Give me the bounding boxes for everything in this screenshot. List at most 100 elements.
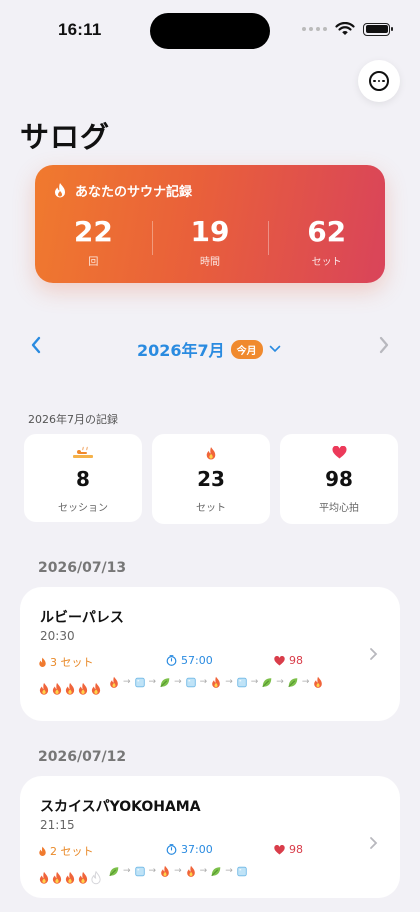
sets-value: 23 — [197, 467, 225, 491]
session-time: 20:30 — [40, 629, 75, 643]
heart-rate-label: 98 — [289, 654, 303, 667]
chevron-right-icon[interactable] — [378, 336, 390, 354]
duration-label: 57:00 — [181, 654, 213, 667]
month-picker[interactable]: 2026年7月 今月 — [137, 337, 281, 361]
rating-flame-icon — [39, 682, 49, 695]
heart-rate-label: 98 — [289, 843, 303, 856]
heart-rate-label: 平均心拍 — [319, 503, 359, 514]
timer-icon — [166, 844, 177, 855]
duration-label: 37:00 — [181, 843, 213, 856]
session-time: 21:15 — [40, 818, 75, 832]
flame-icon — [39, 657, 46, 667]
stat-unit: 時間 — [200, 257, 220, 268]
sauna-icon — [73, 446, 93, 458]
flow-step: → — [134, 864, 160, 878]
chevron-right-icon — [370, 837, 378, 849]
chevron-down-icon — [269, 345, 280, 353]
flow-step: → — [185, 675, 211, 689]
session-record-card[interactable]: スカイスパYOKOHAMA 21:15 2 セット 37:00 98 → → → → → — [20, 776, 400, 898]
arrow-right-icon: → — [225, 866, 233, 876]
flow-step: → — [108, 675, 134, 689]
heart-rate: 98 — [274, 654, 303, 667]
duration: 37:00 — [166, 843, 213, 856]
page-title: サログ — [20, 120, 111, 154]
chevron-left-icon[interactable] — [30, 336, 42, 354]
monthly-summary: 8 セッション 23 セット 98 平均心拍 — [24, 434, 398, 524]
arrow-right-icon: → — [148, 866, 157, 876]
status-bar: 16:11 — [0, 0, 420, 60]
rating-flame-icon — [78, 871, 88, 884]
total-sets-stat: 62 セット — [268, 217, 385, 268]
ice-cube-icon — [185, 677, 196, 687]
rating-flame-icon — [65, 871, 75, 884]
flow-step: → — [134, 675, 160, 689]
record-date-header: 2026/07/12 — [38, 749, 127, 765]
monthly-summary-label: 2026年7月の記録 — [28, 413, 118, 426]
arrow-right-icon: → — [250, 677, 259, 687]
leaf-icon — [160, 677, 170, 687]
rating-flame-empty-icon — [91, 871, 101, 885]
arrow-right-icon: → — [276, 677, 284, 687]
sets-count-label: 3 セット — [50, 656, 94, 669]
flame-icon — [39, 846, 46, 856]
ice-cube-icon — [134, 677, 145, 687]
session-record-card[interactable]: ルビーパレス 20:30 3 セット 57:00 98 → → → → → → → → — [20, 587, 400, 721]
arrow-right-icon: → — [174, 866, 182, 876]
timer-icon — [166, 655, 177, 666]
flow-step — [236, 864, 248, 878]
rating-flame-icon — [65, 682, 75, 695]
arrow-right-icon: → — [301, 677, 310, 687]
session-flow: → → → → → → → → — [108, 675, 338, 689]
record-date-header: 2026/07/13 — [38, 560, 127, 576]
flow-step: → — [159, 864, 185, 878]
ice-cube-icon — [134, 866, 145, 876]
rating-flame-icon — [39, 871, 49, 884]
leaf-icon — [211, 866, 221, 876]
total-hours-stat: 19 時間 — [151, 215, 269, 268]
rating-flame-icon — [91, 682, 101, 695]
flow-step: → — [108, 864, 134, 878]
dynamic-island — [150, 13, 270, 49]
leaf-icon — [109, 866, 119, 876]
flow-step: → — [185, 864, 211, 878]
arrow-right-icon: → — [123, 866, 131, 876]
flow-step: → — [236, 675, 262, 689]
sets-count: 3 セット — [38, 654, 94, 670]
heart-rate-value: 98 — [325, 467, 353, 491]
arrow-right-icon: → — [123, 677, 131, 687]
status-indicators — [302, 22, 393, 36]
flame-icon — [314, 676, 323, 688]
stat-value: 19 — [190, 215, 230, 248]
sessions-value: 8 — [76, 467, 90, 491]
heart-icon — [332, 446, 346, 459]
flame-icon — [212, 676, 221, 688]
flame-icon — [186, 865, 195, 877]
leaf-icon — [262, 677, 272, 687]
chevron-right-icon — [370, 648, 378, 660]
hero-title: あなたのサウナ記録 — [75, 185, 193, 200]
arrow-right-icon: → — [225, 677, 233, 687]
sauna-name: ルビーパレス — [40, 610, 124, 626]
total-visits-stat: 22 回 — [35, 217, 152, 269]
sets-label: セット — [196, 503, 226, 514]
leaf-icon — [288, 677, 298, 687]
sets-count: 2 セット — [38, 843, 94, 859]
sauna-record-summary-card: あなたのサウナ記録 22 回 19 時間 62 セット — [35, 165, 385, 283]
flame-icon — [110, 676, 118, 688]
flow-step — [312, 675, 324, 689]
rating-flames — [38, 871, 102, 885]
ellipsis-icon — [369, 71, 389, 91]
battery-icon — [363, 22, 393, 36]
stat-value: 62 — [307, 215, 347, 248]
sauna-name: スカイスパYOKOHAMA — [40, 799, 201, 815]
month-label: 2026年7月 — [137, 341, 225, 360]
rating-flames — [38, 682, 102, 696]
session-flow: → → → → → — [108, 864, 338, 878]
more-options-button[interactable] — [358, 60, 400, 102]
status-time: 16:11 — [58, 20, 102, 39]
duration: 57:00 — [166, 654, 213, 667]
current-month-badge: 今月 — [230, 339, 263, 359]
rating-flame-icon — [52, 871, 62, 884]
sets-card: 23 セット — [152, 434, 270, 524]
rating-flame-icon — [52, 682, 62, 695]
